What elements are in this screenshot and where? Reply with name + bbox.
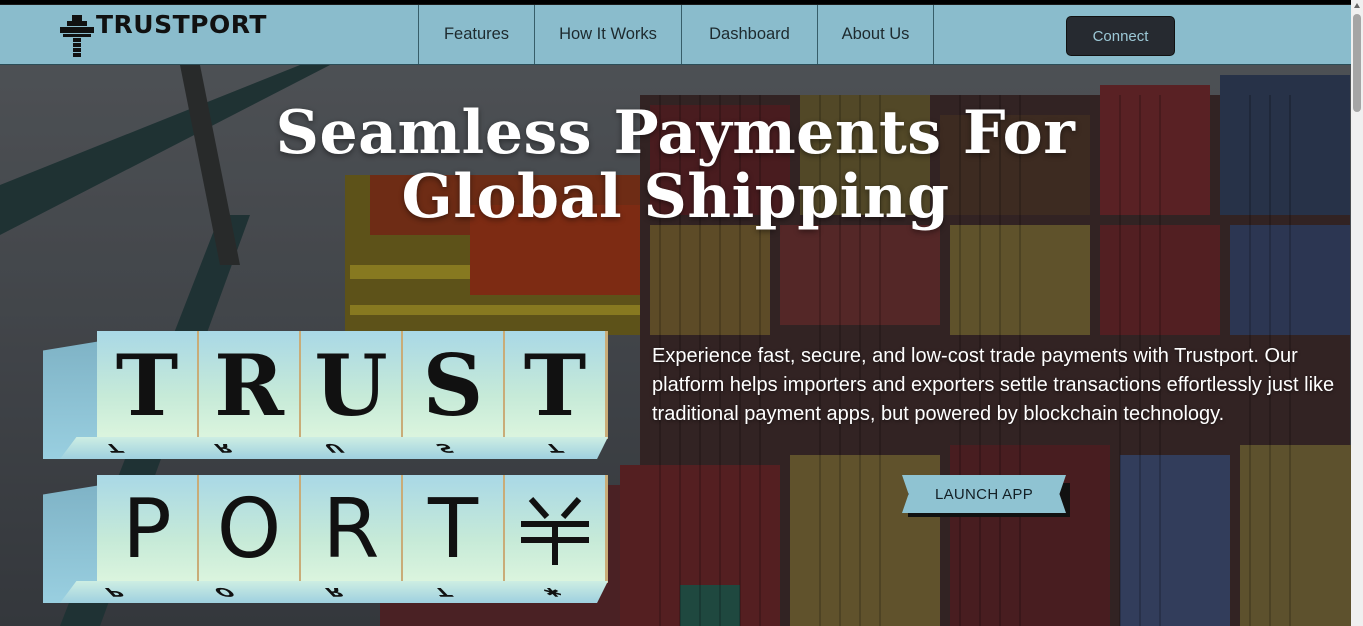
nav-link-about-us[interactable]: About Us: [817, 5, 934, 64]
launch-app-button[interactable]: LAUNCH APP: [902, 475, 1072, 521]
letter-block: R: [199, 331, 302, 439]
blocks-reflection: P O R T ✱: [60, 581, 608, 603]
trustport-letter-blocks: T R U S T T R U S T P O R T P O R T ✱: [40, 327, 615, 617]
connect-button[interactable]: Connect: [1066, 16, 1175, 56]
reflection-letter: O: [208, 584, 240, 600]
reflection-letter: S: [430, 440, 459, 456]
nav-link-how-it-works[interactable]: How It Works: [534, 5, 681, 64]
letter-block: T: [97, 331, 200, 439]
reflection-letter: ✱: [537, 584, 568, 600]
stellar-logo-icon: [521, 497, 589, 565]
letter-block: U: [301, 331, 404, 439]
scrollbar-thumb[interactable]: [1353, 14, 1361, 112]
page-scrollbar[interactable]: [1351, 0, 1363, 626]
reflection-letter: R: [319, 584, 350, 600]
reflection-letter: R: [209, 440, 239, 456]
nav-link-features[interactable]: Features: [418, 5, 534, 64]
hero-title-line-2: Global Shipping: [401, 162, 950, 232]
nav-link-dashboard[interactable]: Dashboard: [681, 5, 817, 64]
top-navbar: TRUSTPORT Features How It Works Dashboar…: [0, 4, 1351, 65]
stellar-logo-block: [505, 475, 608, 583]
brand-name: TRUSTPORT: [96, 9, 267, 39]
launch-app-label[interactable]: LAUNCH APP: [902, 475, 1066, 513]
blocks-row-port: P O R T P O R T ✱: [40, 475, 615, 605]
blocks-reflection: T R U S T: [60, 437, 608, 459]
letter-block: T: [403, 475, 506, 583]
reflection-letter: U: [319, 440, 350, 456]
letter-block: R: [301, 475, 404, 583]
blocks-row-trust: T R U S T T R U S T: [40, 331, 615, 461]
hero-title-line-1: Seamless Payments For: [275, 98, 1076, 168]
reflection-letter: T: [100, 440, 129, 456]
hero-description: Experience fast, secure, and low-cost tr…: [652, 345, 1335, 425]
brand-logo[interactable]: TRUSTPORT: [58, 9, 267, 59]
letter-block: S: [403, 331, 506, 439]
reflection-letter: T: [539, 440, 568, 456]
scroll-up-arrow-icon[interactable]: [1354, 3, 1360, 8]
letter-block: P: [97, 475, 200, 583]
letter-block: T: [505, 331, 608, 439]
reflection-letter: T: [429, 584, 458, 600]
nav-links: Features How It Works Dashboard About Us: [418, 5, 934, 64]
hero-section: Seamless Payments For Global Shipping T …: [0, 65, 1351, 626]
reflection-letter: P: [100, 584, 129, 600]
ship-anchor-icon: [60, 15, 94, 57]
letter-block: O: [199, 475, 302, 583]
hero-title: Seamless Payments For Global Shipping: [0, 101, 1351, 229]
